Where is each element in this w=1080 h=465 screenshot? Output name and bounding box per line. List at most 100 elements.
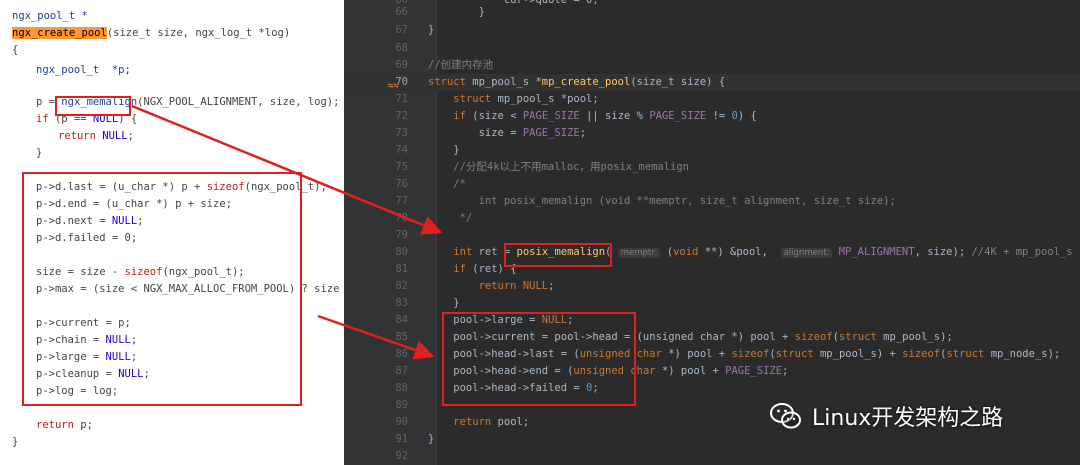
editor-line[interactable]: 78 */: [344, 210, 1080, 227]
code-token: NULL: [102, 130, 128, 142]
line-number: 77: [395, 195, 408, 207]
line-number: 92: [395, 450, 408, 462]
code-token: //分配4k以上不用malloc，用posix_memalign: [428, 161, 690, 173]
editor-line[interactable]: 92: [344, 448, 1080, 465]
override-gutter-icon[interactable]: ⇆⇆: [388, 81, 399, 91]
code-token: mp_pool_s);: [876, 331, 953, 343]
code-token: (NGX_POOL_ALIGNMENT, size, log);: [137, 96, 340, 108]
code-token: }: [36, 147, 43, 159]
code-token: }: [428, 6, 485, 18]
line-number: 71: [395, 93, 408, 105]
parameter-hint: alignment:: [780, 248, 833, 258]
left-code-line: ngx_create_pool(size_t size, ngx_log_t *…: [12, 25, 290, 42]
code-token: /*: [428, 178, 466, 190]
code-token: }: [428, 433, 435, 445]
left-code-line: return NULL;: [58, 128, 134, 145]
highlight-box-memalign-right: [504, 243, 612, 267]
left-code-line: ngx_pool_t *p;: [36, 62, 131, 79]
code-token: size =: [428, 127, 523, 139]
line-number: 87: [395, 365, 408, 377]
code-token: struct: [946, 348, 985, 360]
code-token: , size);: [914, 246, 972, 258]
editor-line[interactable]: 81 if (ret) {: [344, 261, 1080, 278]
code-token: //4K + mp_pool_s: [971, 246, 1073, 258]
code-token: if: [36, 113, 49, 125]
code-token: if: [453, 263, 466, 275]
editor-line[interactable]: 80 int ret = posix_memalign( memptr: (vo…: [344, 244, 1080, 261]
code-token: }: [12, 436, 19, 448]
editor-line[interactable]: 70 struct mp_pool_s *mp_create_pool(size_…: [344, 74, 1080, 91]
line-code: //分配4k以上不用malloc，用posix_memalign: [428, 159, 689, 176]
editor-line[interactable]: 83 }: [344, 295, 1080, 312]
editor-line[interactable]: 72 if (size < PAGE_SIZE || size % PAGE_S…: [344, 108, 1080, 125]
code-token: //创建内存池: [428, 59, 494, 71]
left-code-line: }: [12, 434, 18, 451]
line-number: 66: [395, 6, 408, 18]
code-token: ngx_pool_t *: [12, 10, 88, 22]
line-code: //创建内存池: [428, 57, 493, 74]
code-token: PAGE_SIZE: [649, 110, 707, 122]
editor-line[interactable]: 74 }: [344, 142, 1080, 159]
code-token: struct: [838, 331, 877, 343]
line-number: 75: [395, 161, 408, 173]
code-token: return: [478, 280, 517, 292]
code-token: ) {: [737, 110, 757, 122]
line-code: }: [428, 22, 434, 39]
code-token: *) pool +: [655, 365, 726, 377]
wechat-icon: [770, 403, 801, 429]
code-token: (: [660, 246, 674, 258]
line-code: }: [428, 295, 459, 312]
line-code: return NULL;: [428, 278, 555, 295]
line-code: */: [428, 210, 473, 227]
code-token: */: [428, 212, 473, 224]
code-token: pool;: [491, 416, 530, 428]
line-code: size = PAGE_SIZE;: [428, 125, 587, 142]
line-number: 85: [395, 331, 408, 343]
code-token: sizeof: [731, 348, 770, 360]
code-token: }: [428, 24, 435, 36]
editor-line[interactable]: 71 struct mp_pool_s *pool;: [344, 91, 1080, 108]
editor-line[interactable]: 79: [344, 227, 1080, 244]
editor-line[interactable]: 67}: [344, 22, 1080, 39]
code-token: sizeof: [794, 331, 833, 343]
line-code: }: [428, 431, 434, 448]
left-code-line: }: [36, 145, 42, 162]
code-token: ;: [579, 127, 587, 139]
line-number: 78: [395, 212, 408, 224]
code-token: **) &pool,: [698, 246, 781, 258]
code-token: PAGE_SIZE: [725, 365, 783, 377]
line-number: 86: [395, 348, 408, 360]
editor-line[interactable]: 73 size = PAGE_SIZE;: [344, 125, 1080, 142]
code-token: if: [453, 110, 466, 122]
code-token: struct: [775, 348, 814, 360]
editor-line[interactable]: 68: [344, 40, 1080, 57]
code-token: ngx_pool_t *p;: [36, 64, 131, 76]
watermark-text: Linux开发架构之路: [812, 406, 1004, 431]
code-token: PAGE_SIZE: [522, 110, 580, 122]
code-token: return: [453, 416, 492, 428]
editor-line[interactable]: 82 return NULL;: [344, 278, 1080, 295]
editor-line[interactable]: 76 /*: [344, 176, 1080, 193]
editor-line[interactable]: 69 //创建内存池: [344, 57, 1080, 74]
editor-line[interactable]: 77 int posix_memalign (void **memptr, si…: [344, 193, 1080, 210]
line-code: return pool;: [428, 414, 529, 431]
code-token: p;: [73, 419, 93, 431]
code-token: mp_node_s);: [984, 348, 1061, 360]
code-token: void: [673, 246, 699, 258]
line-code: struct mp_pool_s *mp_create_pool(size_t …: [428, 74, 725, 91]
line-number: 69: [395, 59, 408, 71]
left-code-line: ngx_pool_t *: [12, 8, 88, 25]
code-token: return: [58, 130, 96, 142]
editor-line[interactable]: 66 }: [344, 4, 1080, 21]
line-number: 68: [395, 42, 408, 54]
code-token: int: [453, 246, 473, 258]
code-token: ngx_create_pool: [12, 27, 107, 39]
editor-line[interactable]: 75 //分配4k以上不用malloc，用posix_memalign: [344, 159, 1080, 176]
line-code: }: [428, 4, 485, 21]
code-token: return: [36, 419, 74, 431]
left-code-line: return p;: [36, 417, 93, 434]
